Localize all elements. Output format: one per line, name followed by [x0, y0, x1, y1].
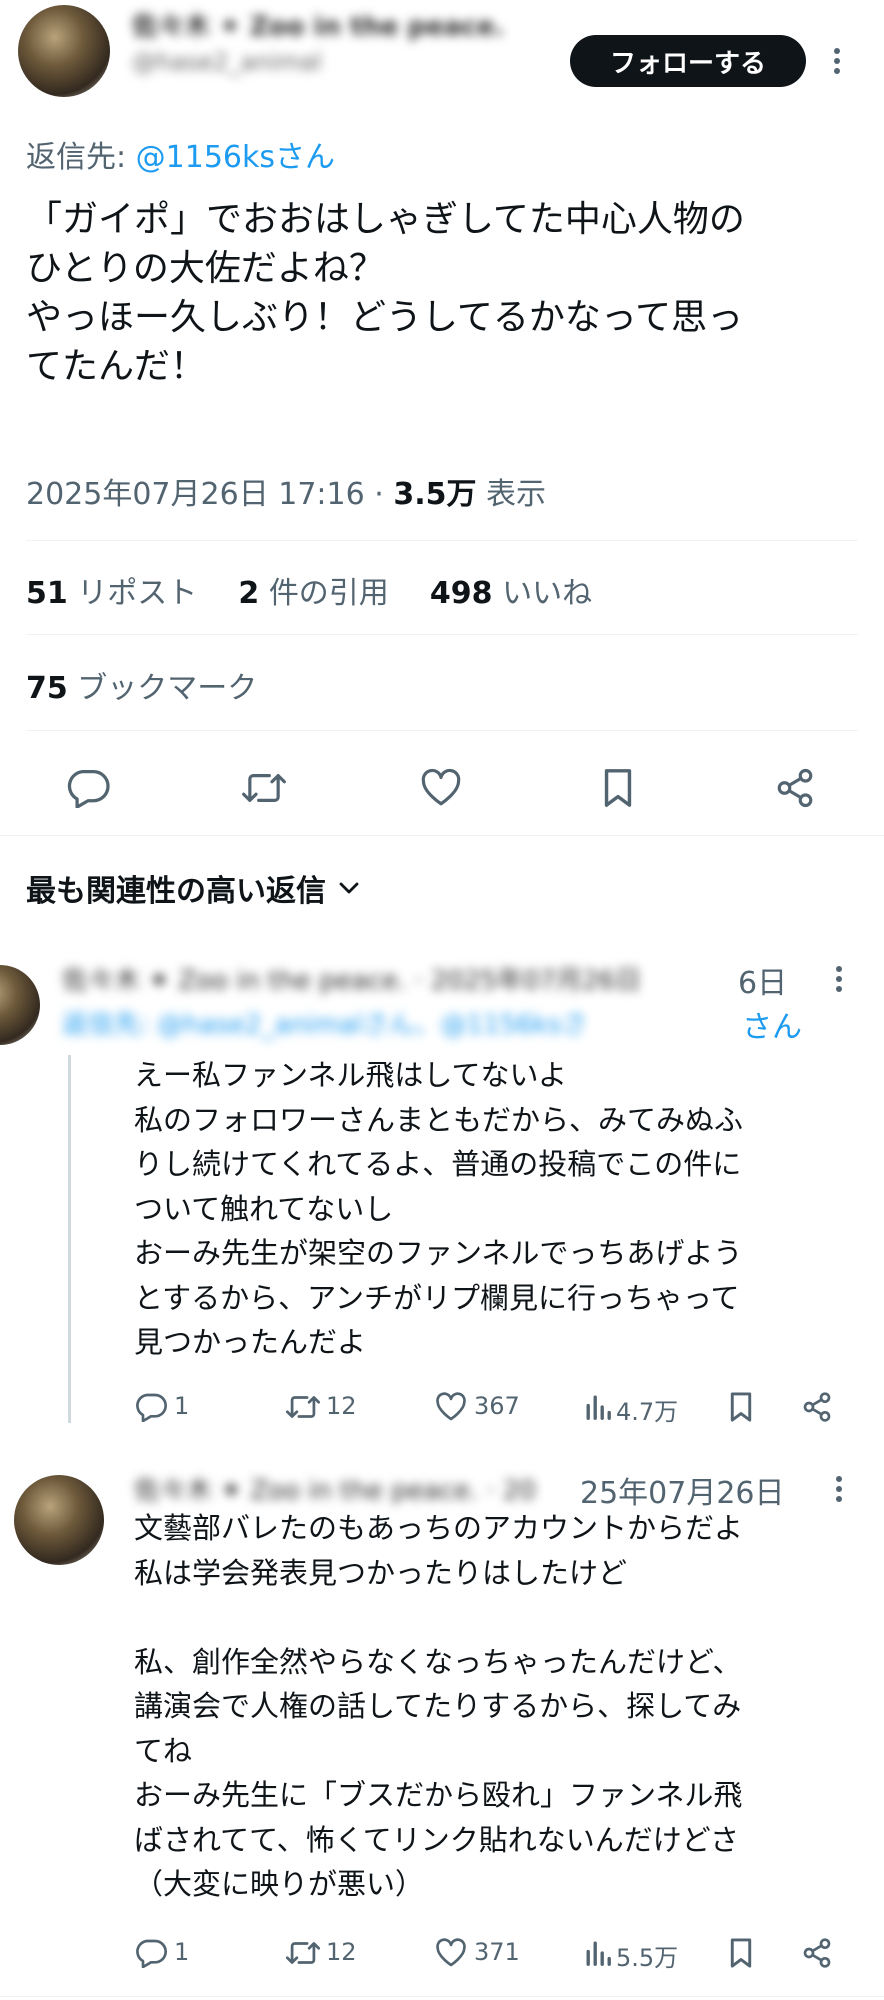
quotes-stat[interactable]: 2 件の引用 — [238, 576, 388, 611]
bookmark-icon[interactable] — [590, 760, 646, 816]
timestamp[interactable]: 2025年07月26日 17:16 — [26, 477, 365, 512]
reply-avatar[interactable] — [14, 1475, 104, 1565]
repost-icon[interactable] — [284, 1936, 322, 1970]
bookmarks-label: ブックマーク — [77, 671, 258, 706]
follow-button[interactable]: フォローする — [570, 35, 806, 87]
tweet-text: 「ガイポ」でおおはしゃぎしてた中心人物の ひとりの大佐だよね？ やっほー久しぶり… — [26, 199, 745, 387]
reply-author[interactable]: 佐々木 ✦ Zoo in the peace. · 2025年07月26日 — [62, 960, 722, 997]
stats-row: 51 リポスト 2 件の引用 498 いいね — [26, 568, 592, 612]
reply-author[interactable]: 佐々木 ✦ Zoo in the peace. · 20 — [134, 1470, 534, 1507]
more-icon[interactable] — [824, 962, 854, 996]
likes-count: 498 — [429, 576, 493, 611]
reply-icon[interactable] — [134, 1936, 168, 1970]
like-count: 371 — [474, 1938, 520, 1966]
repost-count: 12 — [326, 1938, 357, 1966]
more-icon[interactable] — [824, 1472, 854, 1506]
reply-to-tail[interactable]: さん — [742, 1002, 802, 1046]
divider — [26, 540, 858, 541]
heart-icon[interactable] — [434, 1390, 468, 1424]
reposts-label: リポスト — [77, 576, 198, 611]
repost-icon[interactable] — [236, 760, 292, 816]
views-icon[interactable] — [582, 1936, 614, 1970]
reply-to-handle[interactable]: @1156ksさん — [136, 140, 335, 175]
views-icon[interactable] — [582, 1390, 614, 1424]
likes-label: いいね — [502, 576, 593, 611]
views-count: 3.5万 — [393, 477, 477, 512]
sort-label: 最も関連性の高い返信 — [26, 874, 326, 909]
section-divider — [0, 835, 884, 836]
views-count: 4.7万 — [616, 1398, 679, 1426]
reply-date[interactable]: 6日 — [738, 958, 787, 1002]
reply-text: えー私ファンネル飛はしてないよ 私のフォロワーさんまともだから、みてみぬふ りし… — [134, 1058, 744, 1359]
author-avatar[interactable] — [18, 5, 110, 97]
divider — [0, 1996, 884, 1997]
views-count: 5.5万 — [616, 1944, 679, 1972]
reply-text: 文藝部バレたのもあっちのアカウントからだよ 私は学会発表見つかったりはしたけど … — [134, 1511, 744, 1901]
reply-icon[interactable] — [134, 1390, 168, 1424]
chevron-down-icon — [338, 881, 360, 895]
repost-count: 12 — [326, 1392, 357, 1420]
reply-icon[interactable] — [60, 760, 116, 816]
reply-to-prefix: 返信先: — [26, 140, 127, 175]
bookmarks-stat[interactable]: 75 ブックマーク — [26, 663, 257, 707]
heart-icon[interactable] — [434, 1936, 468, 1970]
reply-action-bar: 1 12 367 4.7万 — [134, 1386, 874, 1426]
share-icon[interactable] — [767, 760, 823, 816]
reposts-count: 51 — [26, 576, 68, 611]
author-handle[interactable]: @hase2_animal — [132, 48, 322, 76]
sort-selector[interactable]: 最も関連性の高い返信 — [26, 866, 360, 910]
divider — [26, 634, 858, 635]
quotes-count: 2 — [238, 576, 260, 611]
divider — [26, 730, 858, 731]
likes-stat[interactable]: 498 いいね — [430, 576, 592, 611]
bookmark-icon[interactable] — [726, 1936, 756, 1970]
reply-count: 1 — [174, 1392, 190, 1420]
like-count: 367 — [474, 1392, 520, 1420]
meta-separator: · — [374, 477, 384, 512]
quotes-label: 件の引用 — [268, 576, 389, 611]
reposts-stat[interactable]: 51 リポスト — [26, 576, 197, 611]
share-icon[interactable] — [800, 1390, 834, 1424]
share-icon[interactable] — [800, 1936, 834, 1970]
reply-to-blurred[interactable]: 返信先: @hase2_animalさん、@1156ksさ — [62, 1004, 732, 1041]
tweet-meta: 2025年07月26日 17:16 · 3.5万 表示 — [26, 469, 546, 513]
reply-thread-line — [68, 1055, 71, 1423]
heart-icon[interactable] — [413, 760, 469, 816]
more-icon[interactable] — [822, 44, 852, 78]
repost-icon[interactable] — [284, 1390, 322, 1424]
reply-action-bar: 1 12 371 5.5万 — [134, 1932, 874, 1972]
bookmark-icon[interactable] — [726, 1390, 756, 1424]
reply-count: 1 — [174, 1938, 190, 1966]
author-name[interactable]: 佐々木 ✦ Zoo in the peace. — [132, 6, 504, 43]
bookmarks-count: 75 — [26, 671, 68, 706]
reply-to-line: 返信先: @1156ksさん — [26, 132, 335, 176]
reply-avatar[interactable] — [0, 965, 40, 1045]
views-label: 表示 — [486, 477, 547, 512]
